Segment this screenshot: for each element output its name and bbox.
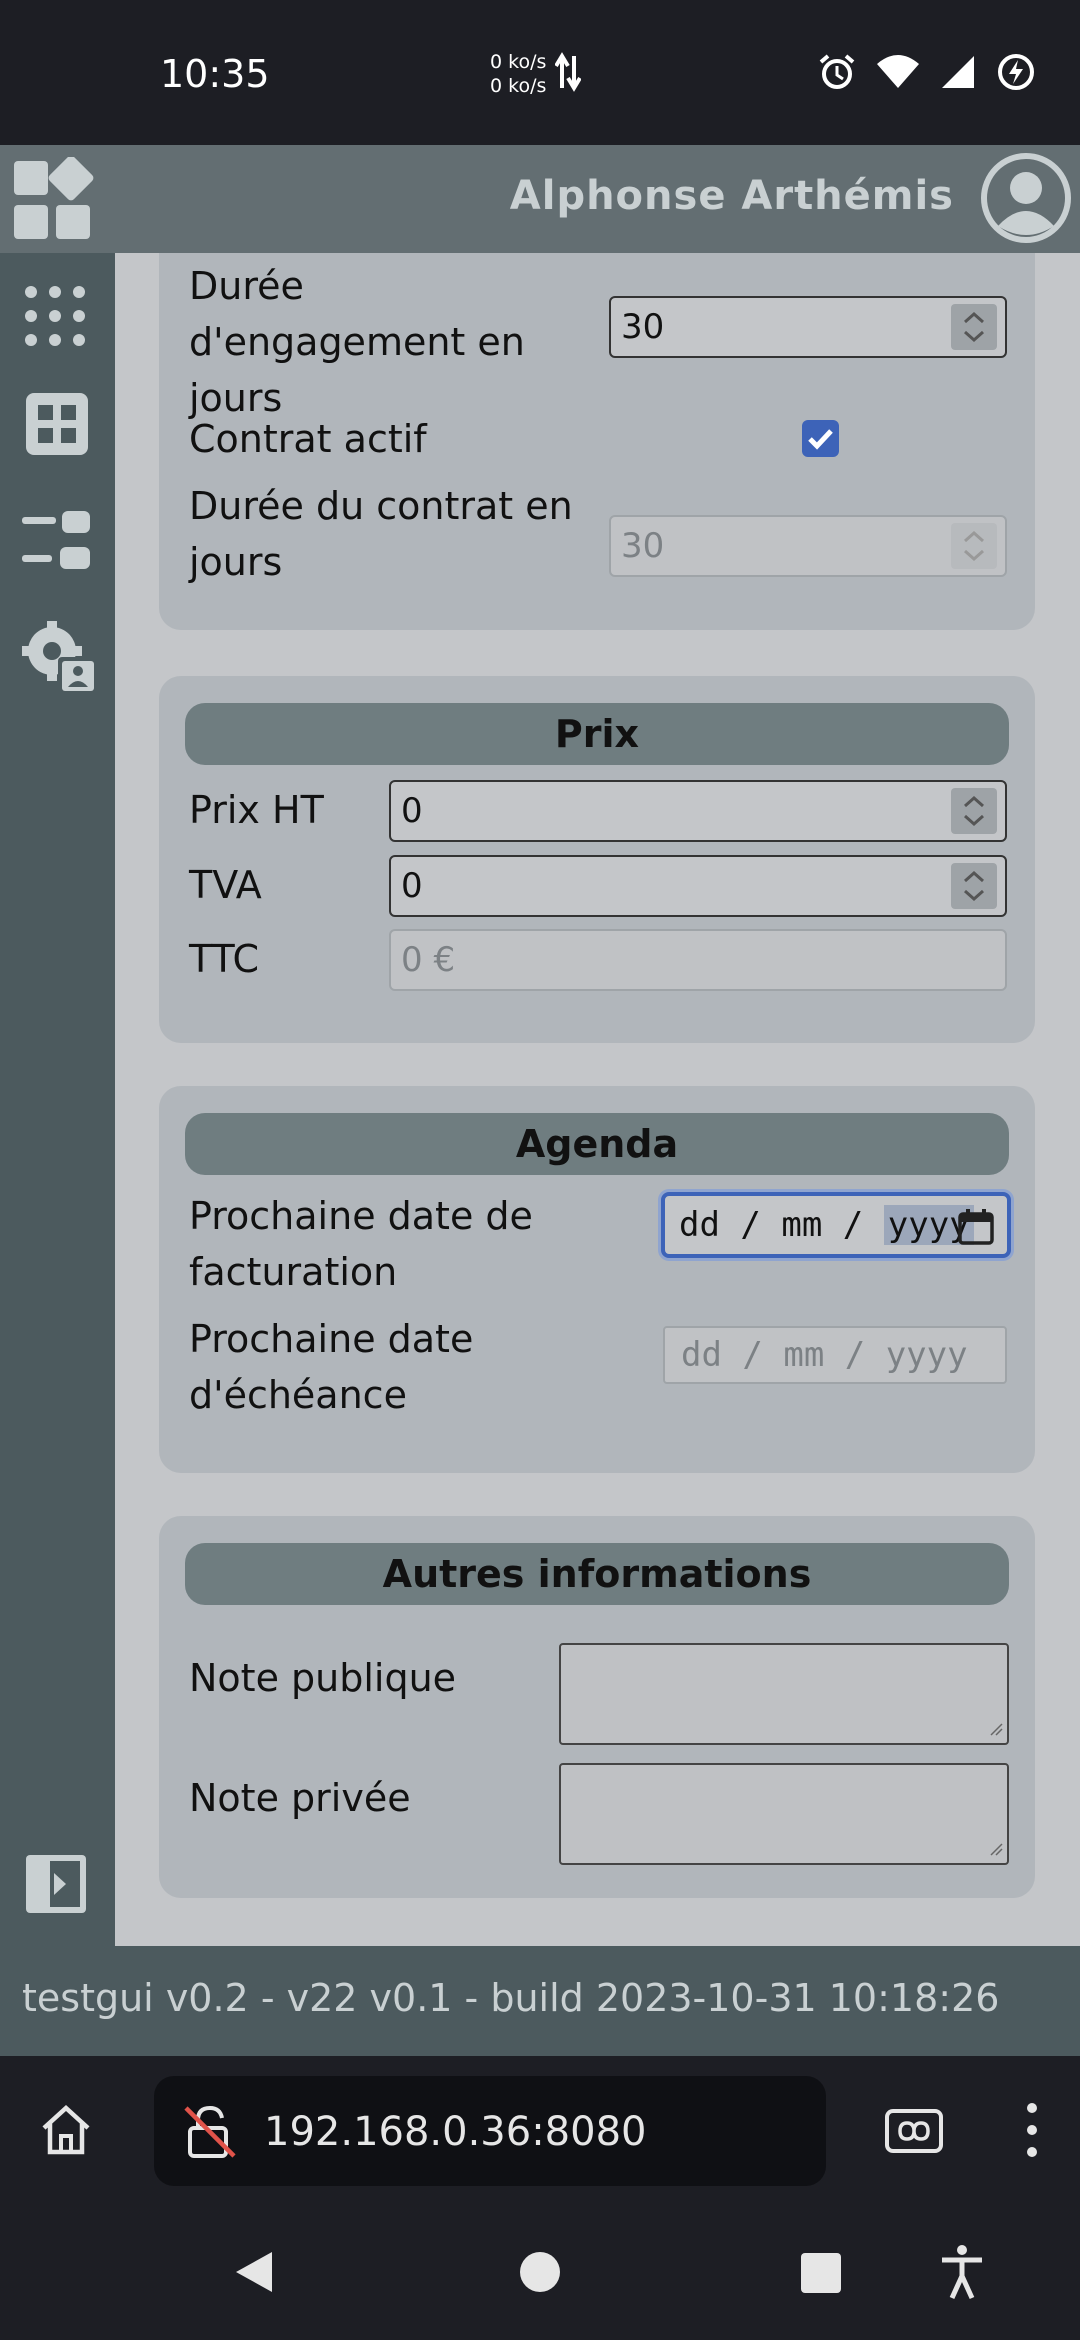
private-note-textarea[interactable]	[559, 1763, 1009, 1865]
price-ht-label: Prix HT	[189, 788, 324, 832]
tva-input[interactable]: 0	[389, 855, 1007, 917]
url-text: 192.168.0.36:8080	[264, 2109, 647, 2155]
alarm-icon	[818, 53, 856, 96]
engagement-duration-label: Durée d'engagement en jours	[189, 264, 525, 420]
sidebar-collapse-icon[interactable]	[24, 1853, 88, 1920]
network-speed: 0 ko/s 0 ko/s	[490, 50, 546, 98]
status-icons	[818, 52, 1036, 97]
main-content: Durée d'engagement en jours 30 Contrat a…	[115, 253, 1080, 1946]
contract-duration-input: 30	[609, 515, 1007, 577]
accessibility-icon[interactable]	[938, 2244, 986, 2305]
number-spinner-icon[interactable]	[951, 304, 997, 350]
home-nav-icon[interactable]	[518, 2250, 562, 2299]
dots-grid-icon[interactable]	[22, 283, 88, 354]
list-toggle-icon[interactable]	[22, 511, 92, 576]
ttc-input: 0 €	[389, 929, 1007, 991]
net-up-speed: 0 ko/s	[490, 51, 547, 73]
contract-active-checkbox[interactable]	[802, 420, 839, 457]
recents-icon[interactable]	[800, 2252, 842, 2299]
system-nav-bar	[0, 2206, 1080, 2340]
back-icon[interactable]	[232, 2248, 276, 2301]
contract-active-label: Contrat actif	[189, 417, 427, 461]
engagement-duration-input[interactable]: 30	[609, 296, 1007, 358]
home-icon[interactable]	[38, 2102, 94, 2163]
net-down-speed: 0 ko/s	[490, 75, 547, 97]
user-name: Alphonse Arthémis	[509, 173, 954, 219]
sidebar	[0, 253, 115, 1946]
other-info-section-title: Autres informations	[185, 1543, 1009, 1605]
browser-toolbar: 192.168.0.36:8080	[0, 2056, 1080, 2206]
tva-label: TVA	[189, 863, 262, 907]
ttc-label: TTC	[189, 937, 260, 981]
contract-duration-label: Durée du contrat en jours	[189, 484, 573, 584]
user-avatar-icon[interactable]	[980, 152, 1072, 249]
due-date-label: Prochaine date d'échéance	[189, 1317, 474, 1417]
insecure-lock-icon[interactable]	[182, 2104, 238, 2165]
user-settings-icon[interactable]	[22, 621, 96, 700]
private-note-label: Note privée	[189, 1776, 411, 1820]
signal-icon	[940, 54, 976, 95]
agenda-card: Agenda Prochaine date de facturation dd …	[159, 1086, 1035, 1473]
due-date-input: dd / mm / yyyy	[663, 1326, 1007, 1384]
number-spinner-icon	[951, 523, 997, 569]
price-card: Prix Prix HT 0 TVA 0 TTC 0 €	[159, 676, 1035, 1043]
app-header: Alphonse Arthémis	[0, 145, 1080, 253]
public-note-textarea[interactable]	[559, 1643, 1009, 1745]
url-bar[interactable]: 192.168.0.36:8080	[154, 2076, 826, 2186]
contract-card: Durée d'engagement en jours 30 Contrat a…	[159, 253, 1035, 630]
other-info-card: Autres informations Note publique Note p…	[159, 1516, 1035, 1898]
agenda-section-title: Agenda	[185, 1113, 1009, 1175]
more-menu-icon[interactable]	[1024, 2102, 1040, 2163]
number-spinner-icon[interactable]	[951, 863, 997, 909]
billing-date-input[interactable]: dd / mm / yyyy	[661, 1192, 1011, 1258]
dashboard-grid-icon[interactable]	[26, 393, 88, 460]
price-section-title: Prix	[185, 703, 1009, 765]
status-time: 10:35	[160, 52, 270, 96]
wifi-icon	[876, 54, 920, 95]
data-transfer-icon	[554, 52, 582, 97]
build-info: testgui v0.2 - v22 v0.1 - build 2023-10-…	[22, 1976, 1000, 2020]
price-ht-input[interactable]: 0	[389, 780, 1007, 842]
public-note-label: Note publique	[189, 1656, 457, 1700]
incognito-tabs-icon[interactable]	[884, 2108, 944, 2159]
resize-handle-icon[interactable]	[989, 1842, 1003, 1861]
calendar-icon[interactable]	[957, 1206, 995, 1264]
number-spinner-icon[interactable]	[951, 788, 997, 834]
resize-handle-icon[interactable]	[989, 1722, 1003, 1741]
app-footer: testgui v0.2 - v22 v0.1 - build 2023-10-…	[0, 1946, 1080, 2056]
billing-date-label: Prochaine date de facturation	[189, 1194, 533, 1294]
status-bar: 10:35 0 ko/s 0 ko/s	[0, 0, 1080, 145]
battery-saver-icon	[996, 52, 1036, 97]
apps-logo-icon[interactable]	[12, 155, 102, 250]
